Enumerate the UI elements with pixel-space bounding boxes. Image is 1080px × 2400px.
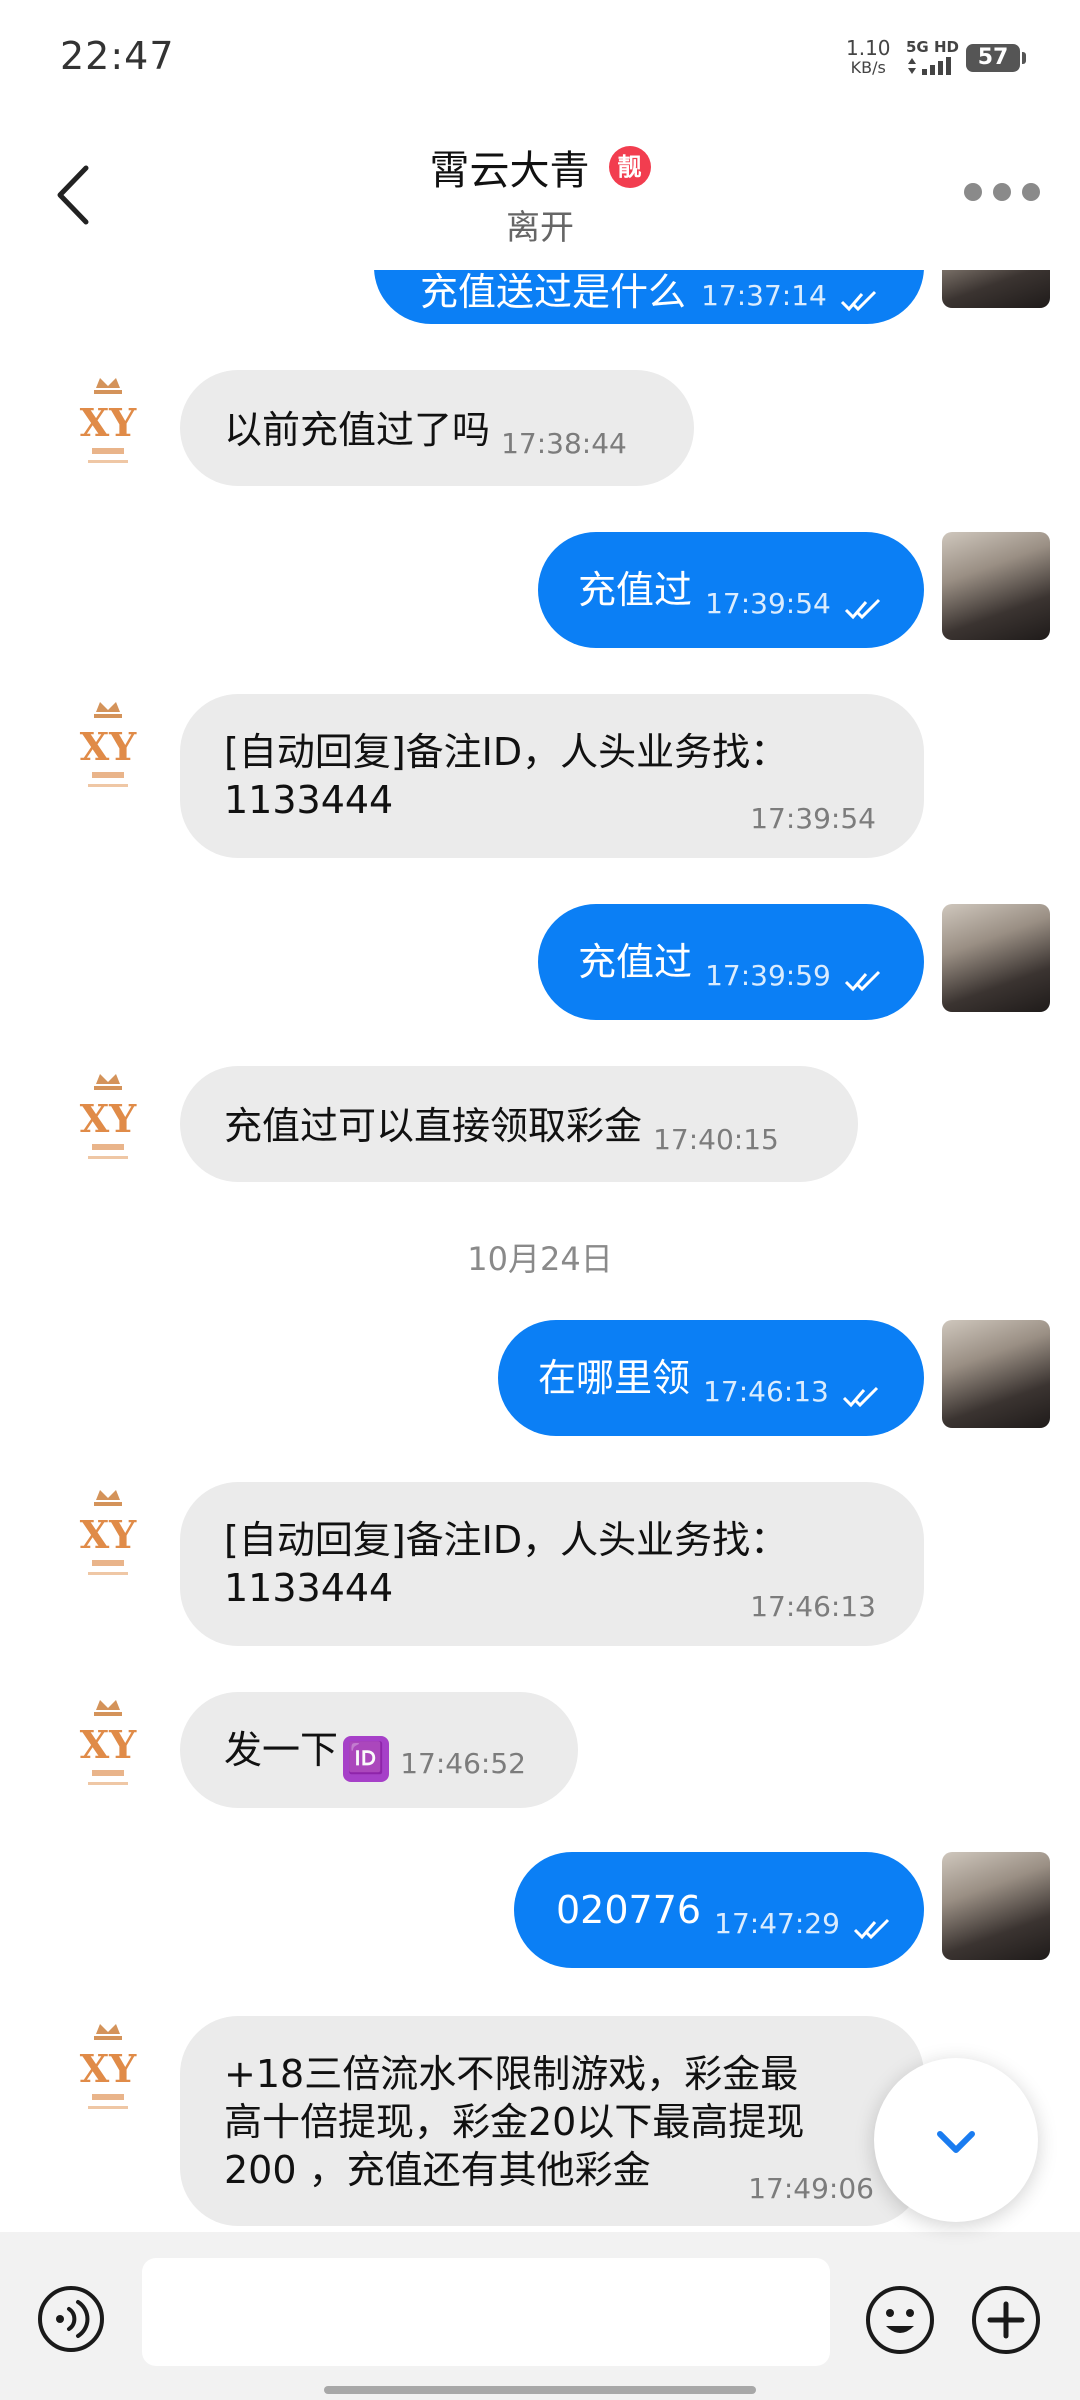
smiley-icon[interactable] [864,2284,936,2356]
message-text: 以前充值过了吗 [224,408,491,452]
contact-avatar[interactable]: XY [78,374,138,474]
message-bubble-out[interactable]: 充值过 17:39:59 [538,904,924,1020]
message-time: 17:46:52 [400,1747,526,1780]
message-time: 17:38:44 [501,427,627,460]
message-bubble-in[interactable]: [自动回复]备注ID，人头业务找： 1133444 17:46:13 [180,1482,924,1646]
message-text-line: +18三倍流水不限制游戏，彩金最 [224,2052,799,2096]
message-text: 充值送过是什么 [420,270,687,314]
network-speed: 1.10 KB/s [846,38,891,78]
message-text-line: [自动回复]备注ID，人头业务找： [224,1518,789,1562]
status-time: 22:47 [60,34,175,78]
message-bubble-out[interactable]: 020776 17:47:29 [514,1852,924,1968]
message-bubble-in[interactable]: 以前充值过了吗 17:38:44 [180,370,694,486]
contact-status: 离开 [506,208,574,248]
message-text: 发一下 [224,1728,339,1772]
my-avatar[interactable] [942,1852,1050,1960]
svg-text:XY: XY [80,1722,137,1767]
message-text: 充值过 [578,568,693,612]
message-bubble-out[interactable]: 充值过 17:39:54 [538,532,924,648]
contact-avatar[interactable]: XY [78,1696,138,1796]
title-row: 霄云大青 靓 [0,138,1080,196]
more-dots-icon[interactable] [964,180,1040,204]
svg-text:XY: XY [80,400,137,445]
contact-avatar[interactable]: XY [78,1070,138,1170]
message-input[interactable] [142,2258,830,2366]
message-text: 在哪里领 [538,1356,691,1400]
my-avatar[interactable] [942,270,1050,308]
contact-avatar[interactable]: XY [78,2020,138,2120]
network-speed-value: 1.10 [846,36,891,60]
message-time: 17:46:13 [703,1375,829,1408]
message-bubble-in[interactable]: [自动回复]备注ID，人头业务找： 1133444 17:39:54 [180,694,924,858]
message-time: 17:46:13 [750,1590,876,1623]
message-time: 17:39:59 [705,959,831,992]
svg-text:XY: XY [80,1512,137,1557]
signal-icon [908,57,951,75]
voice-icon[interactable] [36,2284,106,2354]
pretty-number-badge: 靓 [608,146,651,188]
svg-text:XY: XY [80,724,137,769]
message-text: 充值过 [578,940,693,984]
message-time: 17:47:29 [714,1907,840,1940]
message-bubble-out[interactable]: 充值送过是什么 17:37:14 [374,270,924,324]
my-avatar[interactable] [942,904,1050,1012]
chevron-down-icon [937,2131,975,2153]
message-time: 17:40:15 [653,1123,779,1156]
home-indicator[interactable] [324,2386,756,2394]
message-text: 020776 [556,1888,702,1932]
message-text: 充值过可以直接领取彩金 [224,1104,643,1148]
my-avatar[interactable] [942,1320,1050,1428]
read-ticks-icon [842,1386,879,1407]
message-time: 17:37:14 [701,279,827,312]
message-time: 17:49:06 [748,2172,874,2205]
chat-header: 霄云大青 靓 离开 [0,110,1080,270]
network-speed-unit: KB/s [850,58,886,77]
my-avatar[interactable] [942,532,1050,640]
message-text-line: 高十倍提现，彩金20以下最高提现 [224,2100,805,2144]
input-bar [0,2232,1080,2400]
svg-text:XY: XY [80,1096,137,1141]
page-title: 霄云大青 [429,148,590,194]
message-bubble-in[interactable]: +18三倍流水不限制游戏，彩金最 高十倍提现，彩金20以下最高提现 200 ，充… [180,2016,924,2226]
contact-avatar[interactable]: XY [78,698,138,798]
svg-text:XY: XY [80,2046,137,2091]
message-list[interactable]: 充值送过是什么 17:37:14 XY 以前充值过了吗 17:38:44 充值过… [0,270,1080,2230]
read-ticks-icon [844,970,881,991]
message-time: 17:39:54 [750,802,876,835]
status-bar: 22:47 1.10 KB/s 5G HD 57 [0,0,1080,110]
read-ticks-icon [853,1918,890,1939]
read-ticks-icon [840,290,877,311]
battery-icon: 57 [966,44,1026,72]
message-time: 17:39:54 [705,587,831,620]
message-bubble-out[interactable]: 在哪里领 17:46:13 [498,1320,924,1436]
id-emoji: 🆔 [343,1735,390,1782]
scroll-to-bottom-button[interactable] [874,2058,1038,2222]
message-bubble-in[interactable]: 充值过可以直接领取彩金 17:40:15 [180,1066,858,1182]
message-bubble-in[interactable]: 发一下 🆔 17:46:52 [180,1692,578,1808]
network-type: 5G HD [906,38,959,56]
contact-avatar[interactable]: XY [78,1486,138,1586]
plus-icon[interactable] [970,2284,1042,2356]
read-ticks-icon [844,598,881,619]
date-separator: 10月24日 [467,1240,613,1278]
message-text-line: [自动回复]备注ID，人头业务找： [224,730,789,774]
